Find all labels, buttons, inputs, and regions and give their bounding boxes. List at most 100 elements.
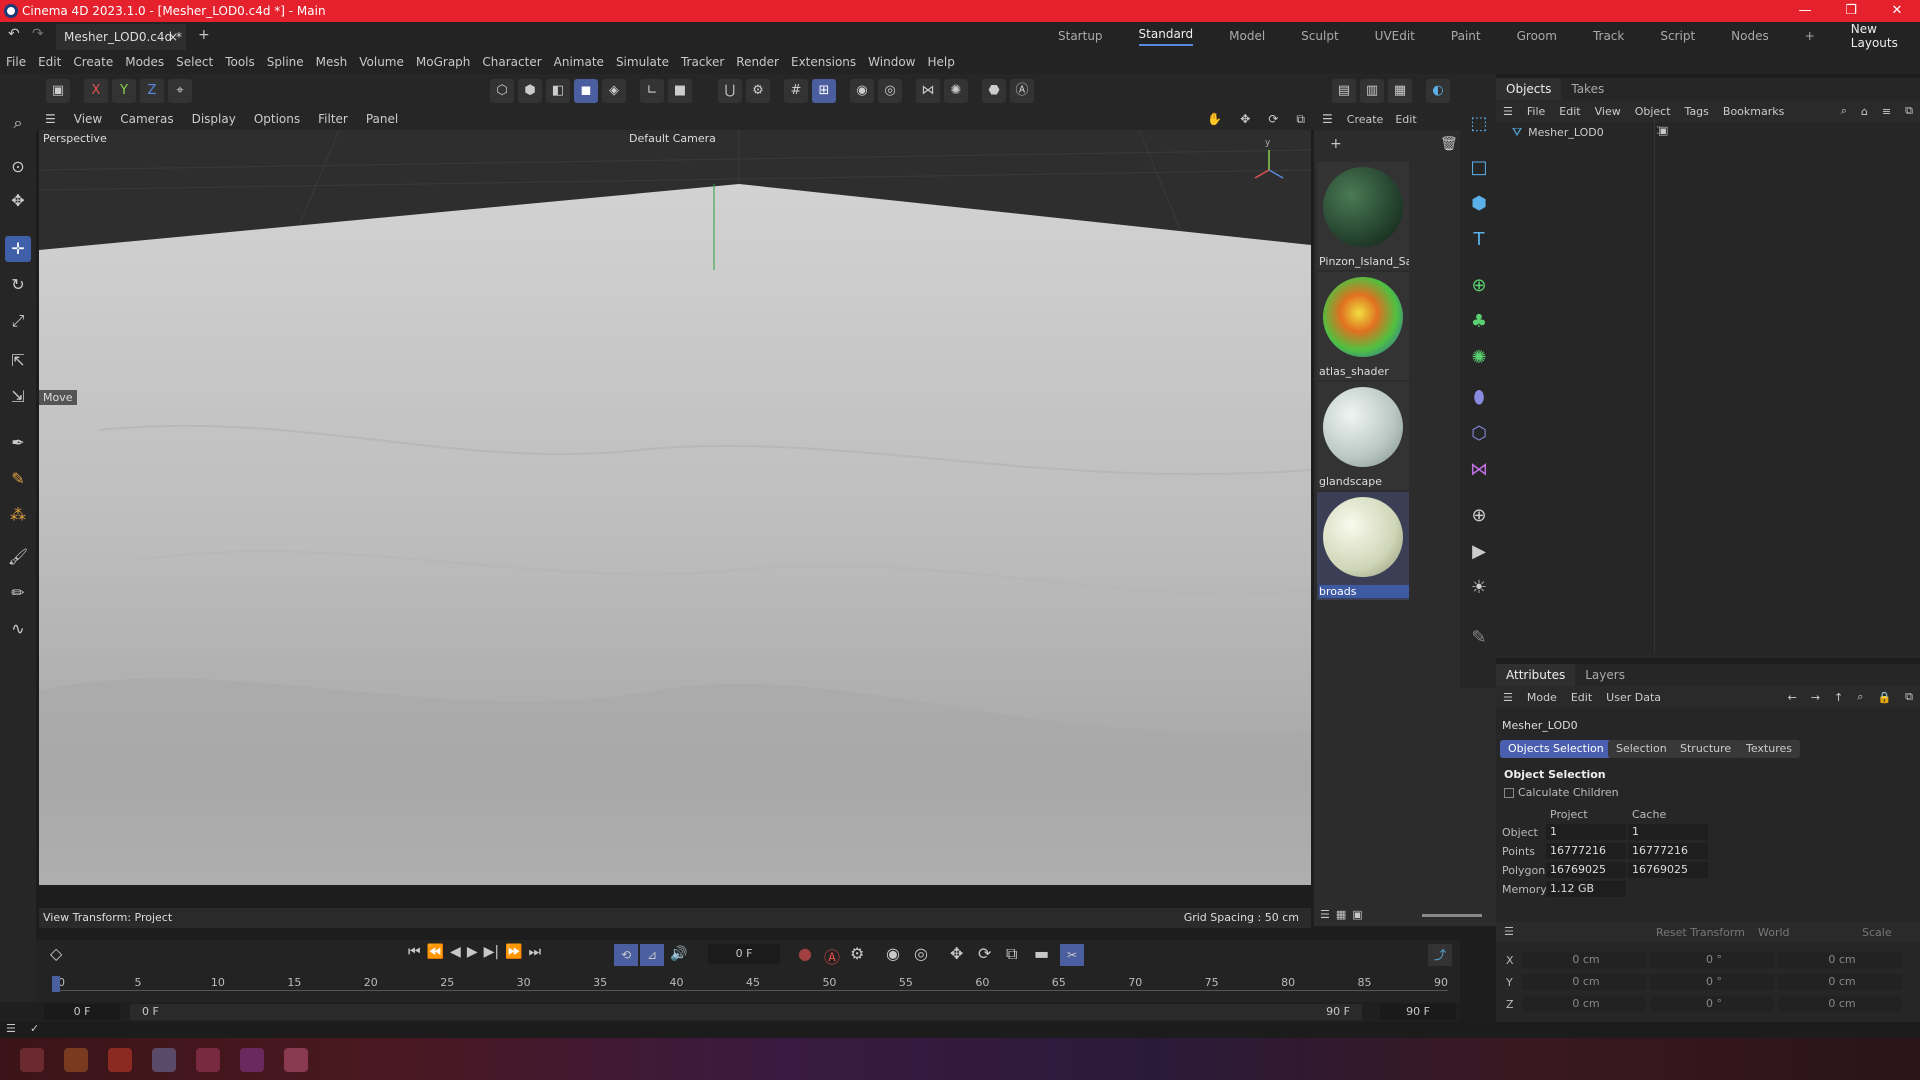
materials-hamburger-icon[interactable]: ☰ [1314, 112, 1341, 126]
coord-x-rotation[interactable]: 0 ° [1650, 952, 1774, 968]
render-view-icon[interactable]: ◉ [850, 79, 874, 103]
taskbar-app-icon[interactable] [64, 1048, 88, 1072]
paint-tool-icon[interactable]: ✏ [5, 580, 31, 606]
coord-x-position[interactable]: 0 cm [1522, 952, 1646, 968]
layout-model[interactable]: Model [1229, 29, 1265, 43]
cube-outline-icon[interactable]: □ [1465, 154, 1493, 182]
menu-modes[interactable]: Modes [119, 55, 170, 69]
spline-sketch-icon[interactable]: ✎ [5, 466, 31, 492]
live-selection-icon[interactable]: ✥ [5, 188, 31, 214]
viewport-hamburger-icon[interactable]: ☰ [36, 112, 65, 126]
subtab-structure[interactable]: Structure [1672, 740, 1740, 758]
deformer-icon[interactable]: ⬮ [1465, 384, 1493, 412]
timeline-tool-icon[interactable]: ✂ [1060, 944, 1084, 966]
coord-z-position[interactable]: 0 cm [1522, 996, 1646, 1012]
objects-menu-tags[interactable]: Tags [1678, 105, 1716, 118]
objects-expand-icon[interactable]: ⧉ [1898, 104, 1920, 118]
attributes-search-icon[interactable]: ⌕ [1850, 690, 1870, 704]
effector-icon[interactable]: ✺ [1465, 344, 1493, 372]
taskbar-app-icon[interactable] [196, 1048, 220, 1072]
symmetry-icon[interactable]: ⋈ [916, 79, 940, 103]
transform-tool-icon[interactable]: ⇱ [5, 348, 31, 374]
move-tool-icon[interactable]: ✛ [5, 236, 31, 262]
layout-sculpt[interactable]: Sculpt [1301, 29, 1338, 43]
generator-icon[interactable]: ⊕ [1465, 272, 1493, 300]
sound-icon[interactable]: 🔊 [670, 946, 687, 962]
tab-layers[interactable]: Layers [1575, 664, 1635, 686]
rotate-tool-icon[interactable]: ↻ [5, 272, 31, 298]
model-mode-icon[interactable]: ◼ [574, 79, 598, 103]
previous-key-icon[interactable]: ⏪ [427, 944, 444, 960]
maximize-button[interactable]: ❐ [1828, 0, 1874, 22]
thumbnail-size-slider[interactable] [1422, 914, 1482, 917]
go-to-end-icon[interactable]: ⏭ [529, 944, 542, 960]
tweak-tool-icon[interactable]: ⇲ [5, 384, 31, 410]
menu-edit[interactable]: Edit [32, 55, 67, 69]
attributes-hamburger-icon[interactable]: ☰ [1496, 691, 1520, 704]
viewport-maximize-icon[interactable]: ⧉ [1287, 112, 1314, 127]
objects-filter-icon[interactable]: ≡ [1875, 105, 1898, 118]
subtab-selection[interactable]: Selection [1608, 740, 1675, 758]
material-broads[interactable]: broads [1317, 492, 1409, 600]
viewport-menu-filter[interactable]: Filter [309, 112, 357, 126]
object-row-mesher-lod0[interactable]: ⛛ Mesher_LOD0 [1512, 124, 1604, 140]
lock-icon[interactable]: 🔒 [1870, 691, 1898, 704]
material-atlas-shader[interactable]: atlas_shader [1317, 272, 1409, 380]
attributes-menu-mode[interactable]: Mode [1520, 691, 1564, 704]
snap-magnet-icon[interactable]: ⋃ [718, 79, 742, 103]
spline-icon[interactable]: ⋈ [1465, 456, 1493, 484]
objects-menu-edit[interactable]: Edit [1552, 105, 1587, 118]
next-key-icon[interactable]: ⏩ [505, 944, 522, 960]
axis-mode-icon[interactable]: ∟ [640, 79, 664, 103]
mograph-icon[interactable]: ⁂ [5, 502, 31, 528]
symmetry-settings-icon[interactable]: ✺ [944, 79, 968, 103]
add-layout-icon[interactable]: + [1805, 29, 1815, 43]
points-mode-icon[interactable]: ⬡ [490, 79, 514, 103]
search-icon[interactable]: ⌕ [5, 110, 31, 136]
viewport[interactable]: Perspective Default Camera Move y [39, 130, 1311, 885]
menu-select[interactable]: Select [170, 55, 219, 69]
coordinate-system-icon[interactable]: ⌖ [168, 79, 192, 103]
undo-icon[interactable]: ↶ [8, 26, 20, 42]
key-pla-icon[interactable]: ⧉ [1006, 944, 1017, 964]
coord-y-scale[interactable]: 0 cm [1778, 974, 1902, 990]
key-scale-icon[interactable]: ✥ [950, 944, 963, 963]
objects-menu-object[interactable]: Object [1628, 105, 1678, 118]
go-to-start-icon[interactable]: ⏮ [408, 944, 421, 960]
end-frame-field[interactable]: 90 F [1380, 1004, 1456, 1020]
layout-script[interactable]: Script [1660, 29, 1695, 43]
tab-attributes[interactable]: Attributes [1496, 664, 1576, 686]
axis-y-button[interactable]: Y [112, 79, 136, 103]
back-icon[interactable]: ← [1781, 691, 1804, 704]
document-tab[interactable]: Mesher_LOD0.c4d * × [56, 24, 186, 50]
calculate-children-checkbox[interactable] [1504, 788, 1514, 798]
menu-spline[interactable]: Spline [261, 55, 310, 69]
polygons-mode-icon[interactable]: ◧ [546, 79, 570, 103]
sculpt-tool-icon[interactable]: ∿ [5, 616, 31, 642]
preview-range-icon[interactable]: ⊿ [640, 944, 664, 966]
camera-object-icon[interactable]: ▶ [1465, 538, 1493, 566]
play-icon[interactable]: ▶ [467, 944, 478, 960]
render-settings-icon[interactable]: ◎ [878, 79, 902, 103]
spline-pen-icon[interactable]: ✒ [5, 430, 31, 456]
forward-icon[interactable]: → [1804, 691, 1827, 704]
menu-tools[interactable]: Tools [219, 55, 261, 69]
viewport-menu-display[interactable]: Display [183, 112, 245, 126]
menu-mesh[interactable]: Mesh [310, 55, 354, 69]
layout-nodes[interactable]: Nodes [1731, 29, 1769, 43]
objects-menu-bookmarks[interactable]: Bookmarks [1716, 105, 1791, 118]
menu-mograph[interactable]: MoGraph [410, 55, 477, 69]
layout-paint[interactable]: Paint [1451, 29, 1481, 43]
camera-icon[interactable]: ⬚ [1465, 110, 1493, 138]
viewport-menu-view[interactable]: View [65, 112, 111, 126]
menu-window[interactable]: Window [862, 55, 921, 69]
keyframe-settings-icon[interactable]: ⚙ [850, 944, 864, 963]
render-picture-viewer-icon[interactable]: ▥ [1360, 79, 1384, 103]
materials-menu-create[interactable]: Create [1341, 113, 1390, 126]
layout-standard[interactable]: Standard [1138, 27, 1194, 46]
materials-menu-edit[interactable]: Edit [1389, 113, 1422, 126]
brush-tool-icon[interactable]: 🖌 [5, 544, 31, 570]
field-icon[interactable]: ⬡ [1465, 420, 1493, 448]
viewport-menu-options[interactable]: Options [245, 112, 309, 126]
viewport-menu-panel[interactable]: Panel [357, 112, 407, 126]
